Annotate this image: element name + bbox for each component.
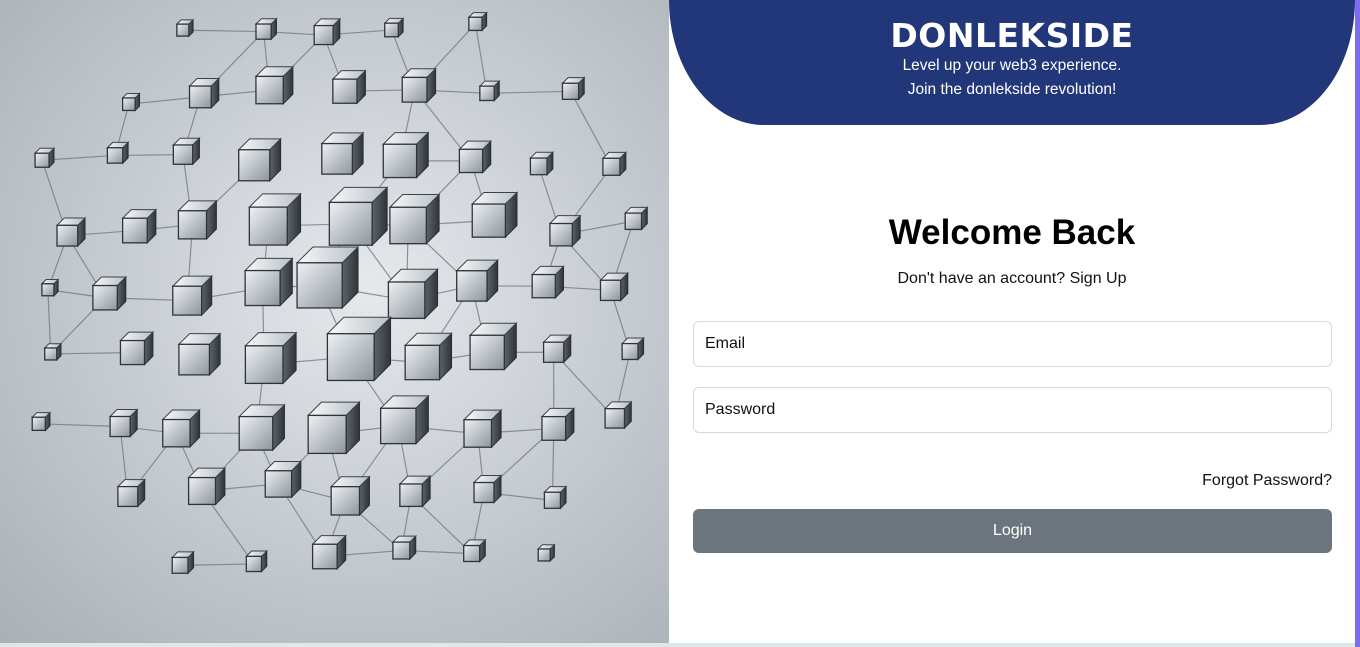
blockchain-cubes-illustration <box>31 11 649 575</box>
signup-link[interactable]: Sign Up <box>1070 270 1127 287</box>
forgot-password-link[interactable]: Forgot Password? <box>1202 472 1332 490</box>
brand-banner: DONLEKSIDE Level up your web3 experience… <box>669 0 1355 125</box>
bottom-strip <box>0 643 1355 647</box>
login-button[interactable]: Login <box>693 509 1332 553</box>
brand-title: DONLEKSIDE <box>890 16 1134 55</box>
email-field[interactable] <box>693 321 1332 367</box>
signup-prompt-text: Don't have an account? <box>897 270 1066 287</box>
right-accent-bar <box>1355 0 1360 647</box>
tagline-line-2: Join the donlekside revolution! <box>907 81 1117 98</box>
signup-prompt: Don't have an account? Sign Up <box>669 270 1355 288</box>
page-title: Welcome Back <box>888 213 1136 252</box>
login-panel: DONLEKSIDE Level up your web3 experience… <box>669 0 1355 643</box>
password-field[interactable] <box>693 387 1332 433</box>
tagline-line-1: Level up your web3 experience. <box>902 57 1122 74</box>
hero-image <box>0 0 669 643</box>
